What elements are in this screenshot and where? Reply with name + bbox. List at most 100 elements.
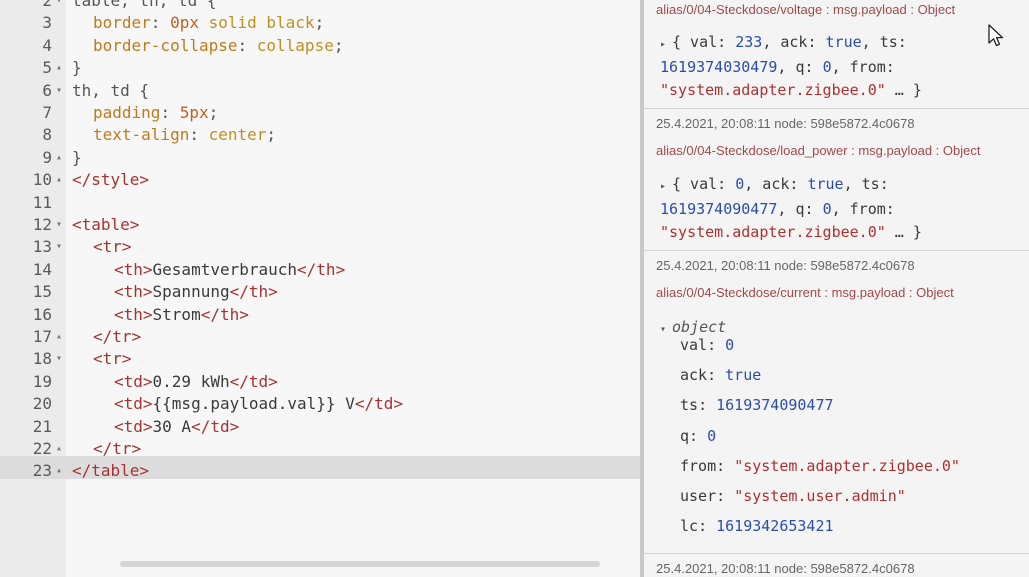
code-line[interactable]: 10 ▴ </style> [0,169,640,191]
payload-token: , from: [831,58,895,76]
code-token: </style> [72,170,150,190]
fold-close-icon[interactable]: ▴ [54,169,64,191]
payload-token: 1619374090477 [660,200,778,218]
debug-message-topic[interactable]: alias/0/04-Steckdose/voltage : msg.paylo… [656,2,955,17]
code-line[interactable]: 4 border-collapse: collapse; [0,35,640,57]
code-line[interactable]: 17 ▴ </tr> [0,326,640,348]
fold-open-icon[interactable]: ▾ [54,236,64,258]
code-token: {{msg.payload.val}} V [152,394,355,414]
code-line[interactable]: 12 ▾ <table> [0,214,640,236]
debug-message-meta: 25.4.2021, 20:08:11 node: 598e5872.4c067… [656,258,915,273]
property-key: from [680,456,717,475]
object-property-row[interactable]: lc: 1619342653421 [680,515,834,537]
property-value: "system.user.admin" [734,487,906,505]
payload-token: 233 [735,33,763,51]
code-token: <th> [114,304,153,324]
code-line[interactable]: 20 <td>{{msg.payload.val}} V</td> [0,393,640,415]
property-colon: : [716,456,735,475]
property-value: true [725,366,762,385]
debug-payload-collapsed[interactable]: ▸{ val: 233, ack: true, ts: 1619374030479… [660,31,990,102]
code-token: border-collapse [93,35,238,55]
code-line[interactable]: 15 <th>Spannung</th> [0,281,640,303]
payload-line: 1619374090477, q: 0, from: [660,198,990,221]
code-token: </tr> [93,327,142,346]
code-text: th, td { [72,80,149,102]
collapse-caret-icon[interactable]: ▾ [660,318,672,341]
payload-token: 0 [822,200,832,218]
code-token: <tr> [93,349,132,369]
code-token: <td> [114,371,153,391]
code-text: </table> [72,460,149,482]
object-property-row[interactable]: ack: true [680,364,761,386]
object-property-row[interactable]: from: "system.adapter.zigbee.0" [680,455,960,477]
fold-open-icon[interactable]: ▾ [54,80,64,102]
code-line[interactable]: 2 ▾ table, th, td { [0,0,640,12]
code-token: <td> [114,416,153,436]
code-line[interactable]: 9 ▴} [0,147,640,169]
code-line[interactable]: 19 <td>0.29 kWh</td> [0,371,640,393]
debug-message-topic[interactable]: alias/0/04-Steckdose/load_power : msg.pa… [656,143,980,158]
fold-close-icon[interactable]: ▴ [54,57,64,79]
code-text: text-align: center; [93,124,276,146]
line-number: 19 [32,371,52,391]
line-number: 22 [32,439,52,458]
code-line[interactable]: 3 border: 0px solid black; [0,12,640,34]
code-line[interactable]: 16 <th>Strom</th> [0,304,640,326]
code-line[interactable]: 21 <td>30 A</td> [0,416,640,438]
code-line[interactable]: 11 [0,192,640,214]
fold-close-icon[interactable]: ▴ [54,326,64,348]
line-number: 10 [32,170,52,190]
expand-caret-icon[interactable]: ▸ [660,33,672,56]
code-line[interactable]: 18 ▾ <tr> [0,348,640,370]
code-token: Spannung [152,282,230,302]
code-line[interactable]: 14 <th>Gesamtverbrauch</th> [0,259,640,281]
code-token: </td> [191,416,240,436]
fold-close-icon[interactable]: ▴ [54,147,64,169]
code-text: <tr> [93,348,132,370]
fold-open-icon[interactable]: ▾ [54,214,64,236]
code-line[interactable]: 6 ▾ th, td { [0,80,640,102]
line-number: 15 [32,282,52,302]
code-line[interactable]: 7 padding: 5px; [0,102,640,124]
fold-open-icon[interactable]: ▾ [54,348,64,370]
code-line[interactable]: 5 ▴} [0,57,640,79]
property-key: user [680,487,717,505]
horizontal-scrollbar[interactable] [120,561,600,567]
debug-sidebar[interactable]: alias/0/04-Steckdose/voltage : msg.paylo… [644,0,1029,577]
debug-message-topic[interactable]: alias/0/04-Steckdose/current : msg.paylo… [656,285,954,300]
payload-token: , from: [831,200,895,218]
code-line[interactable]: 22 ▴ </tr> [0,438,640,460]
code-editor[interactable]: 2 ▾ table, th, td {3 border: 0px solid blac… [0,0,640,577]
code-text: </style> [72,169,149,191]
payload-line: ▸{ val: 0, ack: true, ts: [660,173,990,198]
code-text: border-collapse: collapse; [93,35,343,57]
line-number: 6 [42,80,52,100]
object-property-row[interactable]: q: 0 [680,425,716,447]
object-property-row[interactable]: user: "system.user.admin" [680,485,906,507]
property-key: lc [680,517,699,536]
code-text: padding: 5px; [93,102,218,124]
object-property-row[interactable]: val: 0 [680,334,734,356]
code-line[interactable]: 8 text-align: center; [0,124,640,146]
code-text: <table> [72,214,139,236]
expand-caret-icon[interactable]: ▸ [660,175,672,198]
payload-line: "system.adapter.zigbee.0" … } [660,79,990,102]
code-line[interactable]: 13 ▾ <tr> [0,236,640,258]
line-number: 14 [32,259,52,279]
object-property-row[interactable]: ts: 1619374090477 [680,394,834,416]
property-colon: : [716,487,735,505]
code-text: border: 0px solid black; [93,12,324,34]
code-token: solid black [198,13,315,33]
fold-close-icon[interactable]: ▴ [54,460,64,482]
line-number: 5 [42,58,52,78]
payload-token: , q: [777,58,823,76]
payload-line: 1619374030479, q: 0, from: [660,56,990,79]
code-token: ; [333,35,344,55]
debug-payload-collapsed[interactable]: ▸{ val: 0, ack: true, ts: 1619374090477, … [660,173,990,244]
code-token: : [237,35,257,55]
fold-open-icon[interactable]: ▾ [54,0,64,12]
code-line[interactable]: 23 ▴ </table> [0,460,640,482]
fold-close-icon[interactable]: ▴ [54,438,64,460]
property-value: "system.adapter.zigbee.0" [734,456,960,475]
payload-line: ▸{ val: 233, ack: true, ts: [660,31,990,56]
